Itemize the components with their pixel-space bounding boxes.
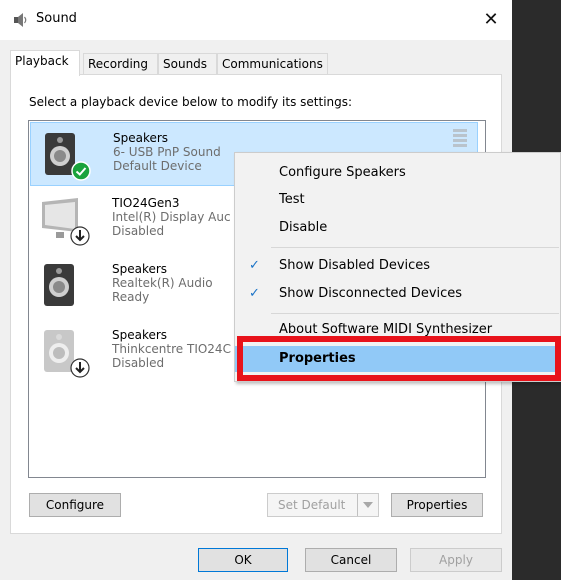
device-detail: Realtek(R) Audio [112,276,213,290]
device-detail: 6- USB PnP Sound [113,145,221,159]
menu-item-label: Configure Speakers [279,165,406,180]
disabled-arrow-icon [70,358,90,378]
menu-item-label: Show Disabled Devices [279,258,431,273]
window-title: Sound [36,11,77,26]
set-default-label: Set Default [278,498,346,512]
device-detail: Thinkcentre TIO24C [112,342,231,356]
device-name: Speakers [112,328,168,342]
device-status: Default Device [113,159,202,173]
set-default-dropdown [357,494,378,516]
menu-item-label: Disable [279,220,328,235]
menu-item-show-disconnected-devices[interactable]: ✓ Show Disconnected Devices [235,281,561,307]
check-icon: ✓ [249,286,260,301]
apply-button: Apply [410,548,502,572]
check-icon: ✓ [249,258,260,273]
menu-separator [271,247,559,248]
menu-item-test[interactable]: Test [235,187,561,213]
menu-item-label: Test [279,192,305,207]
configure-button[interactable]: Configure [29,493,121,517]
menu-item-disable[interactable]: Disable [235,215,561,241]
ok-button[interactable]: OK [198,548,288,572]
device-status: Disabled [112,356,165,370]
device-detail: Intel(R) Display Auc [112,210,231,224]
device-status: Ready [112,290,150,304]
menu-item-configure-speakers[interactable]: Configure Speakers [235,160,561,186]
tab-sounds[interactable]: Sounds [158,53,217,74]
cancel-button[interactable]: Cancel [305,548,397,572]
speaker-icon [44,264,74,306]
menu-separator [271,313,559,314]
chevron-down-icon [363,502,373,508]
device-name: Speakers [112,262,168,276]
set-default-button: Set Default [267,493,379,517]
volume-level-meter [453,129,467,147]
disabled-arrow-icon [70,226,90,246]
highlight-annotation-box [237,336,561,381]
default-check-icon [71,161,91,181]
speaker-app-icon [14,13,27,27]
menu-item-show-disabled-devices[interactable]: ✓ Show Disabled Devices [235,253,561,279]
device-name: TIO24Gen3 [112,196,180,210]
close-icon[interactable]: ✕ [476,6,506,34]
properties-button[interactable]: Properties [391,493,483,517]
device-status: Disabled [112,224,165,238]
tab-playback[interactable]: Playback [10,50,80,76]
device-name: Speakers [113,131,169,145]
instruction-text: Select a playback device below to modify… [29,95,353,109]
tab-communications[interactable]: Communications [217,53,328,74]
menu-item-label: Show Disconnected Devices [279,286,463,301]
tab-recording[interactable]: Recording [83,53,158,74]
title-bar: Sound ✕ [0,0,512,40]
